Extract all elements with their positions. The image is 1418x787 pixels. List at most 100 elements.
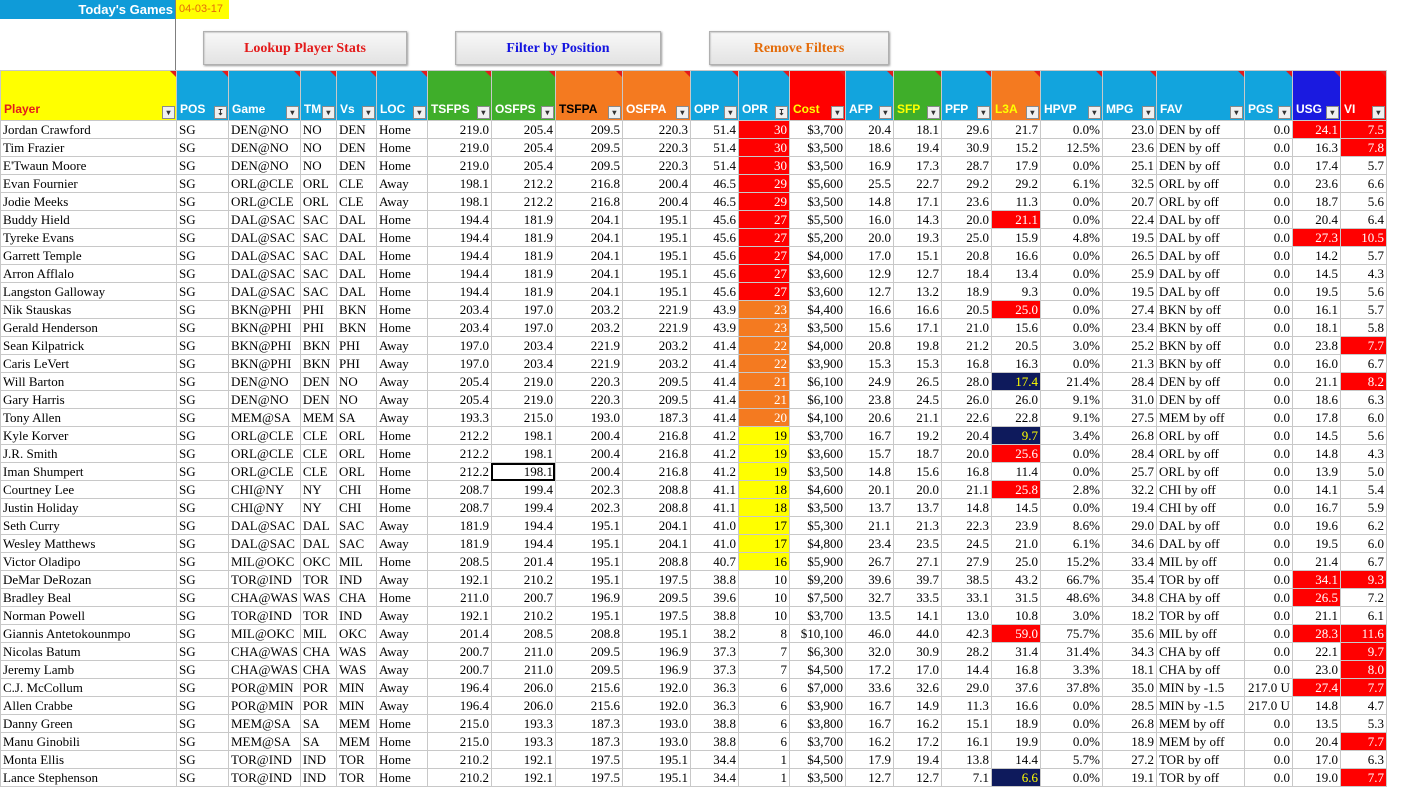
cell-tsfpa[interactable]: 200.4: [554, 462, 623, 481]
cell-hpvp[interactable]: 0.0%: [1039, 462, 1103, 481]
filter-dropdown-icon[interactable]: ▾: [361, 106, 375, 119]
cell-mpg[interactable]: 19.1: [1101, 768, 1157, 787]
cell-tsfpa[interactable]: 208.8: [554, 624, 623, 643]
cell-sfp[interactable]: 30.9: [892, 642, 942, 661]
cell-tsfps[interactable]: 203.4: [426, 318, 492, 337]
cell-sfp[interactable]: 33.5: [892, 588, 942, 607]
table-row[interactable]: Lance Stephenson SG TOR@IND IND TOR Home 210.2…: [0, 768, 1387, 787]
cell-tm[interactable]: NO: [299, 120, 337, 139]
cell-fav[interactable]: BKN by off: [1155, 300, 1245, 319]
cell-mpg[interactable]: 27.2: [1101, 750, 1157, 769]
cell-tsfpa[interactable]: 204.1: [554, 228, 623, 247]
cell-tm[interactable]: DEN: [299, 372, 337, 391]
cell-tm[interactable]: CLE: [299, 426, 337, 445]
cell-tsfpa[interactable]: 215.6: [554, 696, 623, 715]
cell-pos[interactable]: SG: [176, 138, 229, 157]
cell-pgs[interactable]: 0.0: [1243, 552, 1293, 571]
cell-mpg[interactable]: 23.0: [1101, 120, 1157, 139]
cell-usg[interactable]: 14.2: [1291, 246, 1341, 265]
cell-tm[interactable]: POR: [299, 696, 337, 715]
cell-game[interactable]: TOR@IND: [228, 606, 301, 625]
cell-game[interactable]: BKN@PHI: [228, 318, 301, 337]
cell-l3a[interactable]: 25.6: [990, 444, 1041, 463]
cell-afp[interactable]: 16.6: [844, 300, 894, 319]
cell-hpvp[interactable]: 48.6%: [1039, 588, 1103, 607]
cell-opp[interactable]: 43.9: [689, 318, 739, 337]
cell-loc[interactable]: Home: [375, 300, 428, 319]
cell-pfp[interactable]: 14.8: [940, 498, 992, 517]
cell-l3a[interactable]: 20.5: [990, 336, 1041, 355]
cell-vs[interactable]: IND: [335, 570, 377, 589]
cell-pfp[interactable]: 42.3: [940, 624, 992, 643]
cell-player[interactable]: J.R. Smith: [0, 444, 177, 463]
cell-player[interactable]: Danny Green: [0, 714, 177, 733]
cell-pgs[interactable]: 0.0: [1243, 282, 1293, 301]
cell-afp[interactable]: 14.8: [844, 462, 894, 481]
cell-fav[interactable]: ORL by off: [1155, 192, 1245, 211]
cell-opp[interactable]: 37.3: [689, 642, 739, 661]
cell-osfpa[interactable]: 195.1: [621, 282, 691, 301]
cell-tsfpa[interactable]: 195.1: [554, 516, 623, 535]
cell-mpg[interactable]: 25.7: [1101, 462, 1157, 481]
cell-mpg[interactable]: 31.0: [1101, 390, 1157, 409]
cell-cost[interactable]: $5,500: [788, 210, 846, 229]
cell-osfps[interactable]: 219.0: [490, 390, 556, 409]
cell-fav[interactable]: DAL by off: [1155, 282, 1245, 301]
cell-osfpa[interactable]: 195.1: [621, 624, 691, 643]
cell-opp[interactable]: 41.4: [689, 390, 739, 409]
cell-cost[interactable]: $3,600: [788, 282, 846, 301]
cell-osfps[interactable]: 210.2: [490, 606, 556, 625]
cell-cost[interactable]: $5,300: [788, 516, 846, 535]
cell-vs[interactable]: NO: [335, 372, 377, 391]
cell-hpvp[interactable]: 5.7%: [1039, 750, 1103, 769]
cell-usg[interactable]: 27.4: [1291, 678, 1341, 697]
cell-usg[interactable]: 23.6: [1291, 174, 1341, 193]
cell-cost[interactable]: $3,600: [788, 264, 846, 283]
cell-game[interactable]: MEM@SA: [228, 714, 301, 733]
cell-vi[interactable]: 6.6: [1339, 174, 1387, 193]
cell-afp[interactable]: 32.7: [844, 588, 894, 607]
cell-game[interactable]: CHA@WAS: [228, 588, 301, 607]
cell-game[interactable]: DAL@SAC: [228, 534, 301, 553]
cell-player[interactable]: Giannis Antetokounmpo: [0, 624, 177, 643]
cell-osfpa[interactable]: 193.0: [621, 714, 691, 733]
cell-game[interactable]: DAL@SAC: [228, 264, 301, 283]
cell-osfps[interactable]: 206.0: [490, 696, 556, 715]
cell-opr[interactable]: 10: [737, 606, 790, 625]
cell-cost[interactable]: $7,000: [788, 678, 846, 697]
cell-mpg[interactable]: 21.3: [1101, 354, 1157, 373]
cell-usg[interactable]: 14.8: [1291, 696, 1341, 715]
cell-opr[interactable]: 7: [737, 660, 790, 679]
cell-tsfpa[interactable]: 209.5: [554, 138, 623, 157]
cell-hpvp[interactable]: 66.7%: [1039, 570, 1103, 589]
cell-pfp[interactable]: 20.0: [940, 210, 992, 229]
cell-tsfpa[interactable]: 195.1: [554, 570, 623, 589]
cell-pgs[interactable]: 0.0: [1243, 480, 1293, 499]
cell-usg[interactable]: 26.5: [1291, 588, 1341, 607]
header-hpvp[interactable]: HPVP ▾: [1039, 70, 1103, 121]
cell-pfp[interactable]: 33.1: [940, 588, 992, 607]
cell-sfp[interactable]: 32.6: [892, 678, 942, 697]
cell-tsfps[interactable]: 201.4: [426, 624, 492, 643]
cell-hpvp[interactable]: 12.5%: [1039, 138, 1103, 157]
cell-vs[interactable]: TOR: [335, 768, 377, 787]
cell-usg[interactable]: 19.0: [1291, 768, 1341, 787]
cell-loc[interactable]: Away: [375, 516, 428, 535]
cell-fav[interactable]: TOR by off: [1155, 570, 1245, 589]
cell-tm[interactable]: BKN: [299, 354, 337, 373]
cell-pgs[interactable]: 0.0: [1243, 408, 1293, 427]
cell-tsfpa[interactable]: 204.1: [554, 246, 623, 265]
cell-vs[interactable]: MIL: [335, 552, 377, 571]
cell-tm[interactable]: OKC: [299, 552, 337, 571]
cell-pos[interactable]: SG: [176, 300, 229, 319]
cell-tsfps[interactable]: 196.4: [426, 678, 492, 697]
cell-osfpa[interactable]: 216.8: [621, 426, 691, 445]
cell-cost[interactable]: $4,800: [788, 534, 846, 553]
cell-pos[interactable]: SG: [176, 552, 229, 571]
cell-pos[interactable]: SG: [176, 480, 229, 499]
cell-cost[interactable]: $3,700: [788, 732, 846, 751]
header-l3a[interactable]: L3A ▾: [990, 70, 1041, 121]
cell-osfps[interactable]: 193.3: [490, 714, 556, 733]
cell-mpg[interactable]: 33.4: [1101, 552, 1157, 571]
cell-sfp[interactable]: 17.2: [892, 732, 942, 751]
